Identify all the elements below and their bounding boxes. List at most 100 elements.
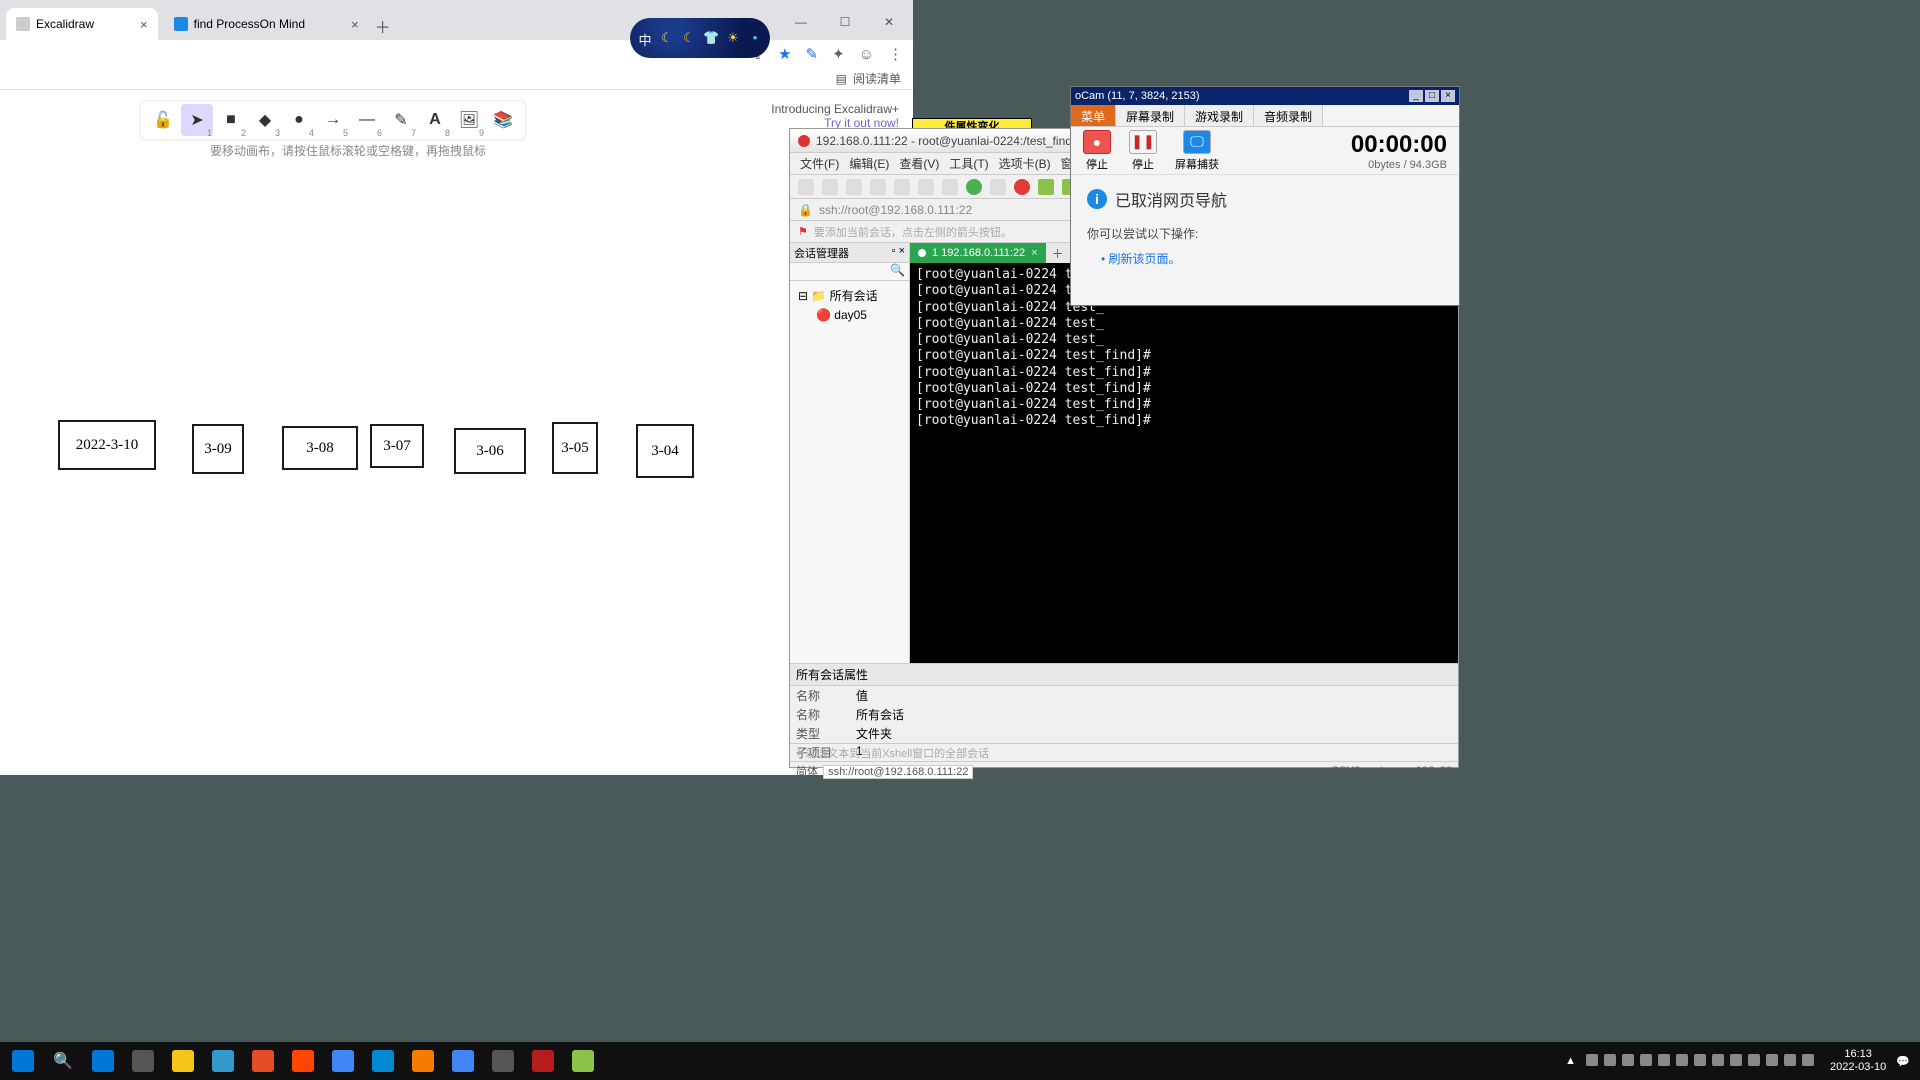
close-icon[interactable]: × [1031, 247, 1037, 259]
terminal-tab[interactable]: 1 192.168.0.111:22 × [910, 243, 1046, 263]
menu-edit[interactable]: 编辑(E) [845, 155, 893, 172]
maximize-button[interactable]: □ [1425, 90, 1439, 102]
ellipse-tool[interactable]: ●4 [283, 104, 315, 136]
close-button[interactable]: × [1441, 90, 1455, 102]
taskbar-app[interactable] [364, 1044, 402, 1078]
tray-icon[interactable] [1766, 1054, 1778, 1066]
capture-button[interactable]: 🖵 屏幕捕获 [1175, 130, 1219, 172]
canvas-box[interactable]: 3-04 [636, 424, 694, 478]
search-icon[interactable]: 🔍 [890, 263, 905, 277]
terminal-output[interactable]: [root@yuanlai-0224 test_ [root@yuanlai-0… [910, 263, 1458, 663]
diamond-tool[interactable]: ◆3 [249, 104, 281, 136]
send-hint[interactable]: ➤ 发送文本到当前Xshell窗口的全部会话 [790, 743, 1458, 761]
search-icon[interactable] [918, 179, 934, 195]
menu-file[interactable]: 文件(F) [796, 155, 843, 172]
toolbar-icon[interactable] [798, 179, 814, 195]
toolbar-icon[interactable] [942, 179, 958, 195]
tray-icon[interactable] [1658, 1054, 1670, 1066]
tab-excalidraw[interactable]: Excalidraw × [6, 8, 158, 40]
minimize-button[interactable]: — [781, 10, 821, 34]
clock[interactable]: 16:13 2022-03-10 [1830, 1048, 1886, 1074]
notifications-icon[interactable]: 💬 [1896, 1055, 1910, 1068]
tray-icon[interactable] [1676, 1054, 1688, 1066]
line-tool[interactable]: —6 [351, 104, 383, 136]
tray-icon[interactable] [1712, 1054, 1724, 1066]
tray-icon[interactable] [1622, 1054, 1634, 1066]
tray-icon[interactable] [1748, 1054, 1760, 1066]
canvas-box[interactable]: 3-05 [552, 422, 598, 474]
toolbar-icon[interactable] [966, 179, 982, 195]
toolbar-icon[interactable] [1014, 179, 1030, 195]
taskbar-app[interactable] [564, 1044, 602, 1078]
lock-tool[interactable]: 🔓 [147, 104, 179, 136]
toolbar-icon[interactable] [870, 179, 886, 195]
rectangle-tool[interactable]: ■2 [215, 104, 247, 136]
tray-icon[interactable]: ▲ [1565, 1055, 1576, 1067]
menu-icon[interactable]: ⋮ [888, 45, 903, 63]
toolbar-icon[interactable] [822, 179, 838, 195]
taskbar-app[interactable] [284, 1044, 322, 1078]
library-tool[interactable]: 📚 [487, 104, 519, 136]
theme-pill[interactable]: 中 ☾ ☾ 👕 ☀ • [630, 18, 770, 58]
image-tool[interactable]: 🖼9 [453, 104, 485, 136]
start-button[interactable] [4, 1044, 42, 1078]
canvas-box[interactable]: 3-09 [192, 424, 244, 474]
tray-icon[interactable] [1802, 1054, 1814, 1066]
record-button[interactable]: ● 停止 [1083, 130, 1111, 172]
maximize-button[interactable]: ☐ [825, 10, 865, 34]
tab-screen-rec[interactable]: 屏幕录制 [1116, 105, 1185, 126]
star-icon[interactable]: ★ [778, 45, 791, 63]
minimize-button[interactable]: _ [1409, 90, 1423, 102]
reading-list-icon[interactable]: ▤ [836, 72, 847, 86]
tray-icon[interactable] [1784, 1054, 1796, 1066]
taskbar-app[interactable] [164, 1044, 202, 1078]
toolbar-icon[interactable] [894, 179, 910, 195]
taskbar-app[interactable] [324, 1044, 362, 1078]
menu-view[interactable]: 查看(V) [895, 155, 943, 172]
tree-root[interactable]: ⊟ 📁 所有会话 [794, 285, 905, 306]
reading-list-label[interactable]: 阅读清单 [853, 70, 901, 87]
draw-tool[interactable]: ✎7 [385, 104, 417, 136]
pause-button[interactable]: ❚❚ 停止 [1129, 130, 1157, 172]
tab-menu[interactable]: 菜单 [1071, 105, 1116, 126]
close-icon[interactable]: × [140, 17, 148, 32]
tab-processon[interactable]: find ProcessOn Mind × [164, 8, 369, 40]
taskbar-app[interactable] [524, 1044, 562, 1078]
close-button[interactable]: ✕ [869, 10, 909, 34]
toolbar-icon[interactable] [1038, 179, 1054, 195]
taskbar-app[interactable] [204, 1044, 242, 1078]
extensions-icon[interactable]: ✦ [832, 45, 845, 63]
taskbar-app[interactable] [444, 1044, 482, 1078]
tray-icon[interactable] [1640, 1054, 1652, 1066]
tray-icon[interactable] [1586, 1054, 1598, 1066]
taskbar-app[interactable] [84, 1044, 122, 1078]
canvas-box[interactable]: 2022-3-10 [58, 420, 156, 470]
taskbar-app[interactable] [244, 1044, 282, 1078]
canvas-box[interactable]: 3-07 [370, 424, 424, 468]
new-tab-button[interactable]: ＋ [369, 12, 397, 40]
taskbar-app[interactable] [404, 1044, 442, 1078]
ocam-titlebar[interactable]: oCam (11, 7, 3824, 2153) _ □ × [1071, 87, 1459, 105]
new-terminal-tab[interactable]: ＋ [1046, 243, 1070, 263]
menu-tabs[interactable]: 选项卡(B) [995, 155, 1055, 172]
close-icon[interactable]: × [351, 17, 359, 32]
excalidraw-canvas[interactable]: 🔓 ➤1 ■2 ◆3 ●4 →5 —6 ✎7 A8 🖼9 📚 要移动画布，请按住… [0, 90, 913, 775]
arrow-tool[interactable]: →5 [317, 104, 349, 136]
toolbar-icon[interactable] [990, 179, 1006, 195]
toolbar-icon[interactable] [846, 179, 862, 195]
leaf-icon[interactable]: ✎ [806, 45, 819, 63]
tray-icon[interactable] [1604, 1054, 1616, 1066]
taskbar-app[interactable] [124, 1044, 162, 1078]
pin-icon[interactable]: ▫ × [892, 245, 905, 260]
search-button[interactable]: 🔍 [44, 1044, 82, 1078]
canvas-box[interactable]: 3-06 [454, 428, 526, 474]
refresh-link[interactable]: • 刷新该页面。 [1087, 250, 1443, 267]
profile-icon[interactable]: ☺ [859, 46, 874, 63]
tree-item-day05[interactable]: 🔴 day05 [794, 306, 905, 324]
tray-icon[interactable] [1730, 1054, 1742, 1066]
tab-game-rec[interactable]: 游戏录制 [1185, 105, 1254, 126]
text-tool[interactable]: A8 [419, 104, 451, 136]
tray-icon[interactable] [1694, 1054, 1706, 1066]
tab-audio-rec[interactable]: 音频录制 [1254, 105, 1323, 126]
taskbar-app[interactable] [484, 1044, 522, 1078]
